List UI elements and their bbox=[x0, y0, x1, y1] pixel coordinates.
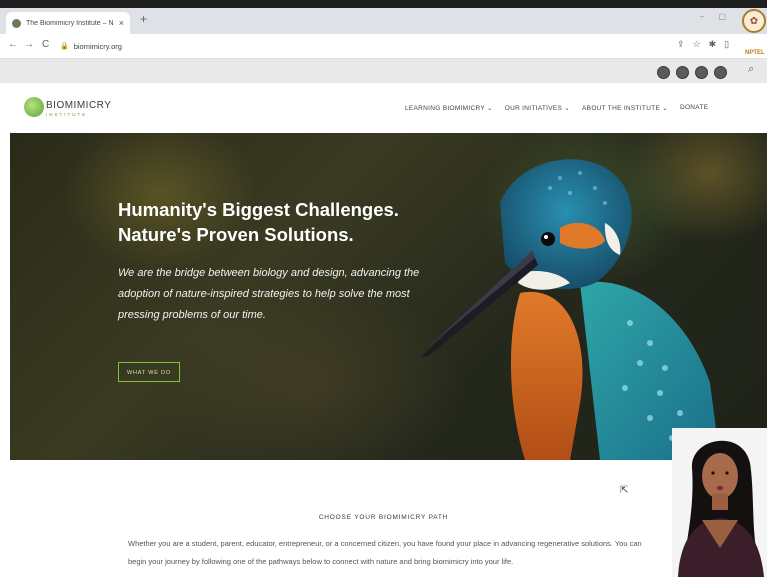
extensions-icon[interactable]: ✱ bbox=[709, 39, 717, 50]
window-controls[interactable]: –▢ bbox=[700, 12, 740, 21]
tab-favicon-icon bbox=[12, 18, 21, 28]
what-we-do-button[interactable]: WHAT WE DO bbox=[118, 362, 180, 382]
window-top-strip bbox=[0, 0, 767, 8]
share-icon[interactable]: ⇪ bbox=[677, 39, 685, 50]
logo-text[interactable]: BIOMIMICRY bbox=[46, 100, 111, 111]
nav-our-initiatives[interactable]: OUR INITIATIVES ⌄ bbox=[505, 104, 570, 112]
hero-title: Humanity's Biggest Challenges. Nature's … bbox=[118, 197, 418, 247]
url-text: biomimicry.org bbox=[73, 41, 122, 51]
tab-close-icon[interactable]: × bbox=[119, 18, 124, 28]
bookmark-star-icon[interactable]: ☆ bbox=[693, 39, 701, 50]
address-bar-row: ← → C 🔒 biomimicry.org ⇪ ☆ ✱ ▯ bbox=[0, 34, 767, 59]
browser-tab[interactable]: The Biomimicry Institute – Nat × bbox=[6, 12, 130, 34]
kingfisher-image bbox=[420, 159, 720, 460]
nptel-label: NPTEL bbox=[745, 50, 765, 56]
path-section-title: CHOOSE YOUR BIOMIMICRY PATH bbox=[318, 514, 449, 521]
hero-title-line1: Humanity's Biggest Challenges. bbox=[118, 199, 399, 220]
social-icons bbox=[657, 66, 727, 79]
logo-subtext: INSTITUTE bbox=[46, 112, 88, 117]
social-circle-icon[interactable] bbox=[714, 66, 727, 79]
hero-banner: Humanity's Biggest Challenges. Nature's … bbox=[10, 133, 767, 460]
biomimicry-logo-icon[interactable] bbox=[24, 97, 44, 117]
lock-icon: 🔒 bbox=[60, 43, 69, 50]
tab-title: The Biomimicry Institute – Nat bbox=[26, 19, 114, 27]
nptel-logo-icon: ✿ bbox=[742, 9, 766, 33]
nav-donate[interactable]: DONATE bbox=[680, 104, 708, 112]
reload-button[interactable]: C bbox=[42, 39, 49, 50]
hero-title-line2: Nature's Proven Solutions. bbox=[118, 224, 354, 245]
extension-icons: ⇪ ☆ ✱ ▯ bbox=[677, 39, 729, 50]
bookmarks-bar bbox=[0, 59, 767, 83]
nav-about-institute[interactable]: ABOUT THE INSTITUTE ⌄ bbox=[582, 104, 668, 112]
back-button[interactable]: ← bbox=[8, 39, 18, 50]
site-nav: LEARNING BIOMIMICRY ⌄ OUR INITIATIVES ⌄ … bbox=[405, 104, 708, 112]
nav-learning-biomimicry[interactable]: LEARNING BIOMIMICRY ⌄ bbox=[405, 104, 493, 112]
url-field[interactable]: 🔒 biomimicry.org bbox=[60, 38, 660, 54]
browser-tab-bar: The Biomimicry Institute – Nat × + –▢ bbox=[0, 8, 767, 34]
social-circle-icon[interactable] bbox=[676, 66, 689, 79]
mouse-cursor-icon: ⇱ bbox=[620, 485, 629, 496]
presenter-video-overlay bbox=[672, 428, 767, 577]
forward-button[interactable]: → bbox=[24, 39, 34, 50]
search-icon[interactable]: ⌕ bbox=[748, 63, 754, 76]
hero-copy: We are the bridge between biology and de… bbox=[118, 267, 420, 321]
sidebar-icon[interactable]: ▯ bbox=[724, 39, 729, 50]
social-circle-icon[interactable] bbox=[695, 66, 708, 79]
path-section-copy: Whether you are a student, parent, educa… bbox=[128, 539, 642, 566]
new-tab-button[interactable]: + bbox=[140, 13, 147, 25]
social-circle-icon[interactable] bbox=[657, 66, 670, 79]
